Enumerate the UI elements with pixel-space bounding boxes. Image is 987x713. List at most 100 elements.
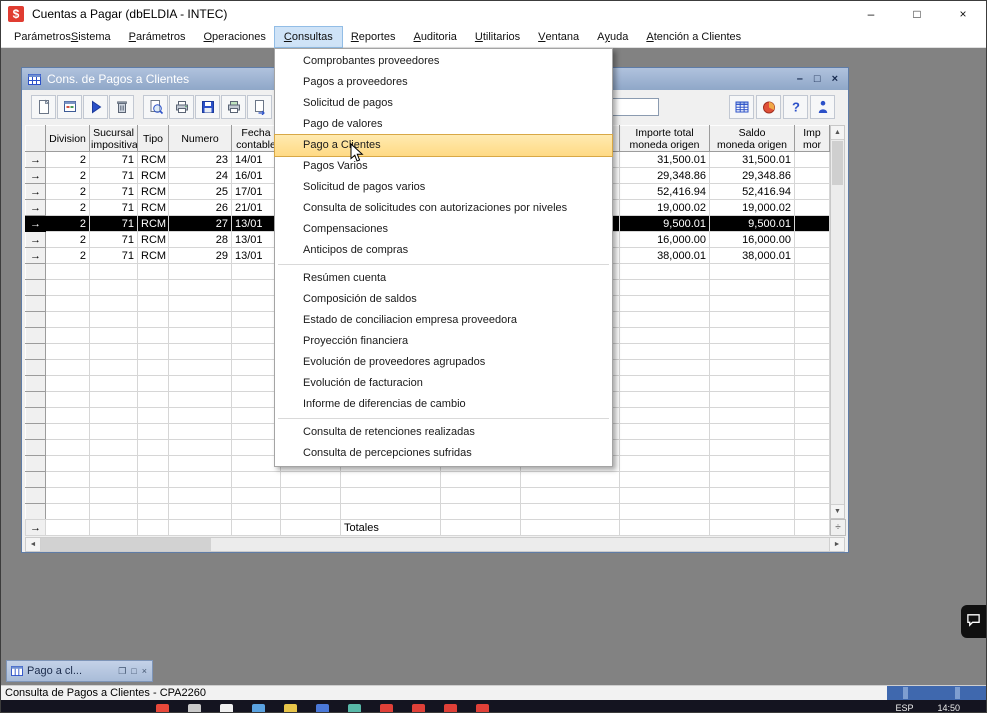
minimize-button[interactable]: – xyxy=(848,1,894,27)
scroll-left-arrow-icon[interactable]: ◄ xyxy=(26,538,41,551)
table-button[interactable] xyxy=(729,95,754,119)
mini-restore-button[interactable]: ❐ xyxy=(118,666,126,677)
menu-item-informe-de-diferencias-de-cambio[interactable]: Informe de diferencias de cambio xyxy=(275,394,612,415)
col-header-tipo[interactable]: Tipo xyxy=(138,126,169,152)
scroll-down-arrow-icon[interactable]: ▼ xyxy=(831,504,844,518)
child-close-button[interactable]: × xyxy=(832,73,838,85)
cell[interactable]: RCM xyxy=(138,216,169,232)
cell[interactable]: 29,348.86 xyxy=(620,168,710,184)
cell[interactable]: RCM xyxy=(138,248,169,264)
taskbar-icon[interactable] xyxy=(476,704,489,713)
menu-item-consulta-de-percepciones-sufridas[interactable]: Consulta de percepciones sufridas xyxy=(275,443,612,464)
cell[interactable] xyxy=(795,216,830,232)
taskbar-icon[interactable] xyxy=(348,704,361,713)
cell[interactable] xyxy=(795,168,830,184)
cell[interactable]: RCM xyxy=(138,232,169,248)
language-indicator[interactable]: ESP xyxy=(895,703,913,713)
cell[interactable]: 28 xyxy=(169,232,232,248)
clock[interactable]: 14:50 xyxy=(937,703,960,713)
taskbar-icon[interactable] xyxy=(380,704,393,713)
menu-operaciones[interactable]: Operaciones xyxy=(194,27,274,47)
menu-parametros-sistema[interactable]: Parámetros Sistema xyxy=(5,27,120,47)
menu-item-resumen-cuenta[interactable]: Resúmen cuenta xyxy=(275,268,612,289)
cell[interactable]: 2 xyxy=(46,248,90,264)
col-header-imp-mor[interactable]: Impmor xyxy=(795,126,830,152)
delete-button[interactable] xyxy=(109,95,134,119)
menu-item-evolucion-de-facturacion[interactable]: Evolución de facturacion xyxy=(275,373,612,394)
menu-consultas[interactable]: Consultas xyxy=(275,27,342,47)
cell[interactable]: 2 xyxy=(46,152,90,168)
menu-item-comprobantes-proveedores[interactable]: Comprobantes proveedores xyxy=(275,51,612,72)
cell[interactable]: RCM xyxy=(138,152,169,168)
menu-item-pagos-varios[interactable]: Pagos Varios xyxy=(275,156,612,177)
menu-item-pago-de-valores[interactable]: Pago de valores xyxy=(275,114,612,135)
cell[interactable]: 71 xyxy=(90,152,138,168)
close-button[interactable]: × xyxy=(940,1,986,27)
menu-item-estado-de-conciliacion-empresa-proveedora[interactable]: Estado de conciliacion empresa proveedor… xyxy=(275,310,612,331)
menu-item-consulta-de-retenciones-realizadas[interactable]: Consulta de retenciones realizadas xyxy=(275,422,612,443)
vertical-scroll-thumb[interactable] xyxy=(832,141,843,185)
save-button[interactable] xyxy=(195,95,220,119)
form-button[interactable] xyxy=(57,95,82,119)
menu-item-consulta-de-solicitudes-con-autorizaciones-por-niveles[interactable]: Consulta de solicitudes con autorizacion… xyxy=(275,198,612,219)
cell[interactable]: 71 xyxy=(90,200,138,216)
chat-widget[interactable] xyxy=(961,605,986,638)
cell[interactable]: 71 xyxy=(90,248,138,264)
cell[interactable]: 29,348.86 xyxy=(710,168,795,184)
cell[interactable]: 19,000.02 xyxy=(710,200,795,216)
menu-parametros[interactable]: Parámetros xyxy=(120,27,195,47)
run-button[interactable] xyxy=(83,95,108,119)
cell[interactable] xyxy=(795,152,830,168)
cell[interactable]: 23 xyxy=(169,152,232,168)
cell[interactable]: 19,000.02 xyxy=(620,200,710,216)
menu-item-composicion-de-saldos[interactable]: Composición de saldos xyxy=(275,289,612,310)
scroll-up-arrow-icon[interactable]: ▲ xyxy=(831,126,844,140)
horizontal-scrollbar[interactable]: ◄ ► xyxy=(25,537,845,552)
cell[interactable]: 38,000.01 xyxy=(710,248,795,264)
cell[interactable]: 27 xyxy=(169,216,232,232)
taskbar-icon[interactable] xyxy=(220,704,233,713)
exit-button[interactable] xyxy=(810,95,835,119)
mini-close-button[interactable]: × xyxy=(142,666,147,677)
taskbar-icon[interactable] xyxy=(188,704,201,713)
menu-ayuda[interactable]: Ayuda xyxy=(588,27,637,47)
cell[interactable]: RCM xyxy=(138,200,169,216)
col-header-numero[interactable]: Numero xyxy=(169,126,232,152)
cell[interactable]: 31,500.01 xyxy=(620,152,710,168)
menu-utilitarios[interactable]: Utilitarios xyxy=(466,27,529,47)
export-button[interactable] xyxy=(247,95,272,119)
cell[interactable]: 24 xyxy=(169,168,232,184)
cell[interactable]: 2 xyxy=(46,216,90,232)
taskbar-icon[interactable] xyxy=(412,704,425,713)
cell[interactable]: 71 xyxy=(90,216,138,232)
menu-item-solicitud-de-pagos-varios[interactable]: Solicitud de pagos varios xyxy=(275,177,612,198)
grid-spin-control[interactable]: ÷ xyxy=(830,519,846,536)
print-table-button[interactable] xyxy=(221,95,246,119)
child-minimize-button[interactable]: – xyxy=(797,73,803,85)
col-header-saldo-moneda-origen[interactable]: Saldomoneda origen xyxy=(710,126,795,152)
taskbar-icon[interactable] xyxy=(444,704,457,713)
cell[interactable] xyxy=(795,248,830,264)
preview-button[interactable] xyxy=(143,95,168,119)
new-document-button[interactable] xyxy=(31,95,56,119)
cell[interactable]: 2 xyxy=(46,184,90,200)
cell[interactable]: 9,500.01 xyxy=(710,216,795,232)
print-button[interactable] xyxy=(169,95,194,119)
cell[interactable] xyxy=(795,200,830,216)
cell[interactable]: 38,000.01 xyxy=(620,248,710,264)
taskbar-icon[interactable] xyxy=(156,704,169,713)
cell[interactable] xyxy=(795,232,830,248)
cell[interactable]: RCM xyxy=(138,184,169,200)
cell[interactable]: 16,000.00 xyxy=(620,232,710,248)
col-header[interactable] xyxy=(26,126,46,152)
cell[interactable]: 71 xyxy=(90,184,138,200)
menu-item-pagos-a-proveedores[interactable]: Pagos a proveedores xyxy=(275,72,612,93)
menu-reportes[interactable]: Reportes xyxy=(342,27,405,47)
cell[interactable]: 52,416.94 xyxy=(710,184,795,200)
menu-item-compensaciones[interactable]: Compensaciones xyxy=(275,219,612,240)
menu-item-pago-a-clientes[interactable]: Pago a Clientes xyxy=(275,135,612,156)
cell[interactable]: 29 xyxy=(169,248,232,264)
taskbar-icon[interactable] xyxy=(316,704,329,713)
horizontal-scroll-thumb[interactable] xyxy=(41,538,211,551)
taskbar-icon[interactable] xyxy=(284,704,297,713)
